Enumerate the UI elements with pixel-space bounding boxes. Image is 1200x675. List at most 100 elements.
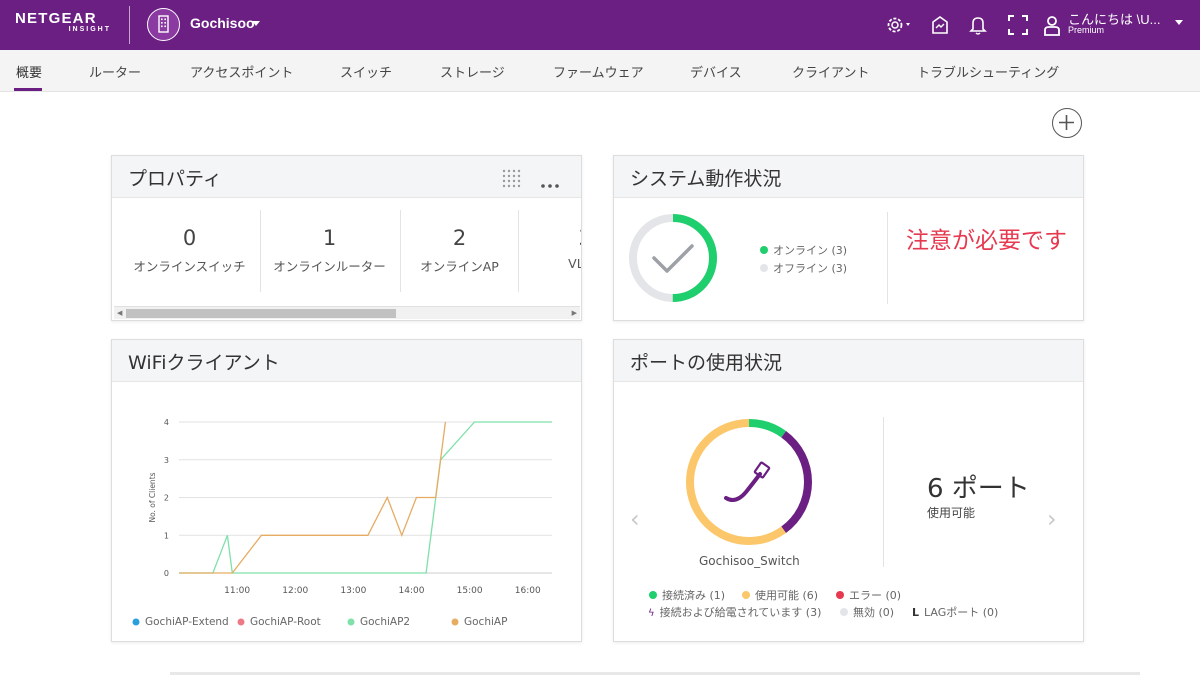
divider bbox=[260, 210, 261, 292]
card-title: プロパティ bbox=[128, 168, 222, 190]
switch-name[interactable]: Gochisoo_Switch bbox=[699, 554, 800, 568]
stat-label: オンラインスイッチ bbox=[133, 259, 246, 274]
tab-overview[interactable]: 概要 bbox=[16, 62, 42, 81]
y-tick-label: 2 bbox=[164, 494, 169, 503]
gear-icon[interactable] bbox=[884, 13, 910, 37]
y-tick-label: 1 bbox=[164, 531, 169, 540]
legend-offline: オフライン (3) bbox=[760, 260, 847, 276]
lag-marker: L bbox=[912, 606, 920, 619]
fullscreen-icon[interactable] bbox=[1006, 13, 1030, 37]
legend-label: LAGポート (0) bbox=[924, 606, 999, 619]
checkmark-icon bbox=[652, 244, 694, 273]
y-tick-label: 4 bbox=[164, 418, 169, 427]
chevron-down-icon[interactable] bbox=[1175, 20, 1183, 25]
legend-poe: ϟ 接続および給電されています (3) bbox=[648, 604, 821, 620]
x-tick-label: 12:00 bbox=[282, 586, 308, 596]
stat-online-aps[interactable]: 2 オンラインAP bbox=[402, 226, 517, 275]
legend-label[interactable]: GochiAP2 bbox=[360, 616, 410, 628]
x-tick-label: 16:00 bbox=[515, 586, 541, 596]
active-tab-indicator bbox=[14, 88, 42, 91]
card-title: システム動作状況 bbox=[630, 168, 782, 190]
user-icon[interactable] bbox=[1040, 13, 1064, 37]
top-bar: NETGEAR INSIGHT Gochisoo こんにちは \U... Pre… bbox=[0, 0, 1200, 50]
stat-value: 1 bbox=[322, 226, 337, 250]
tab-clients[interactable]: クライアント bbox=[792, 62, 869, 81]
bell-icon[interactable] bbox=[966, 13, 990, 37]
card-header: プロパティ bbox=[112, 156, 581, 198]
port-count-label: 使用可能 bbox=[927, 506, 976, 520]
port-count: 6 ポート bbox=[927, 474, 1030, 504]
tab-switches[interactable]: スイッチ bbox=[340, 62, 392, 81]
legend-label: 接続済み (1) bbox=[662, 589, 726, 602]
available-dot bbox=[742, 591, 750, 599]
scrollbar-thumb[interactable] bbox=[126, 309, 396, 318]
chevron-left-icon[interactable]: ‹ bbox=[630, 505, 640, 533]
y-tick-label: 0 bbox=[164, 569, 169, 578]
disabled-dot bbox=[840, 608, 848, 616]
legend-online: オンライン (3) bbox=[760, 242, 847, 258]
legend-connected: 接続済み (1) bbox=[649, 587, 725, 603]
legend-label[interactable]: GochiAP bbox=[464, 616, 507, 628]
x-tick-label: 11:00 bbox=[224, 586, 250, 596]
stat-online-routers[interactable]: 1 オンラインルーター bbox=[262, 226, 397, 275]
legend-marker bbox=[347, 618, 355, 626]
building-icon[interactable] bbox=[147, 8, 180, 41]
y-axis-label: No. of Clients bbox=[148, 472, 157, 522]
legend-marker bbox=[132, 618, 140, 626]
divider bbox=[400, 210, 401, 292]
x-tick-label: 13:00 bbox=[340, 586, 366, 596]
stat-label: オンラインAP bbox=[420, 259, 499, 274]
stat-online-switches[interactable]: 0 オンラインスイッチ bbox=[122, 226, 257, 275]
legend-label: オンライン (3) bbox=[773, 244, 848, 257]
tab-firmware[interactable]: ファームウェア bbox=[553, 62, 644, 81]
tab-troubleshooting[interactable]: トラブルシューティング bbox=[917, 62, 1059, 81]
card-header: ポートの使用状況 bbox=[614, 340, 1083, 382]
legend-marker bbox=[237, 618, 245, 626]
tab-access-points[interactable]: アクセスポイント bbox=[190, 62, 293, 81]
legend-label: エラー (0) bbox=[849, 589, 902, 602]
legend-label: 接続および給電されています (3) bbox=[659, 606, 822, 619]
stat-value: 2 bbox=[452, 226, 467, 250]
ethernet-cable-icon bbox=[724, 461, 771, 502]
card-title: WiFiクライアント bbox=[128, 352, 280, 374]
divider bbox=[518, 210, 519, 292]
legend-label: オフライン (3) bbox=[773, 262, 848, 275]
tab-devices[interactable]: デバイス bbox=[690, 62, 742, 81]
tab-storage[interactable]: ストレージ bbox=[440, 62, 505, 81]
plus-icon bbox=[1059, 115, 1074, 130]
card-title: ポートの使用状況 bbox=[630, 352, 783, 374]
offline-dot bbox=[760, 264, 768, 272]
main-nav: 概要 ルーター アクセスポイント スイッチ ストレージ ファームウェア デバイス… bbox=[0, 50, 1200, 92]
wifi-clients-chart: 0 1 2 3 4 11:00 12:00 13:00 14:00 15:00 16:00 No. o… bbox=[132, 418, 552, 628]
more-options-icon[interactable] bbox=[540, 174, 560, 193]
scroll-left-icon[interactable]: ◀ bbox=[117, 309, 122, 317]
online-dot bbox=[760, 246, 768, 254]
stat-value: 0 bbox=[182, 226, 197, 250]
chevron-down-icon[interactable] bbox=[252, 21, 260, 26]
stat-label: VLAN bbox=[568, 256, 581, 271]
horizontal-scrollbar[interactable]: ◀ ▶ bbox=[114, 306, 580, 319]
legend-label[interactable]: GochiAP-Extend bbox=[145, 616, 229, 628]
chevron-right-icon[interactable]: › bbox=[1047, 505, 1057, 533]
card-header: WiFiクライアント bbox=[112, 340, 581, 382]
add-widget-button[interactable] bbox=[1052, 108, 1082, 138]
org-selector[interactable]: Gochisoo bbox=[190, 15, 255, 31]
error-dot bbox=[836, 591, 844, 599]
legend-label[interactable]: GochiAP-Root bbox=[250, 616, 321, 628]
port-usage-card: ポートの使用状況 ‹ Gochisoo_Switch 6 ポート 使用可能 › … bbox=[613, 339, 1084, 642]
bolt-icon: ϟ bbox=[648, 608, 655, 619]
legend-error: エラー (0) bbox=[836, 587, 901, 603]
legend-disabled: 無効 (0) bbox=[840, 604, 894, 620]
netgear-logo[interactable]: NETGEAR INSIGHT bbox=[15, 10, 115, 33]
stat-vlans[interactable]: 3 VLAN bbox=[520, 226, 581, 271]
tab-routers[interactable]: ルーター bbox=[89, 62, 141, 81]
stat-label: オンラインルーター bbox=[273, 259, 386, 274]
legend-available: 使用可能 (6) bbox=[742, 587, 818, 603]
legend-lag: L LAGポート (0) bbox=[912, 604, 998, 620]
report-icon[interactable] bbox=[928, 13, 952, 37]
scroll-right-icon[interactable]: ▶ bbox=[572, 309, 577, 317]
divider bbox=[883, 417, 884, 567]
attention-alert[interactable]: 注意が必要です bbox=[906, 228, 1076, 255]
drag-grid-icon[interactable] bbox=[501, 168, 523, 192]
x-tick-label: 14:00 bbox=[399, 586, 425, 596]
